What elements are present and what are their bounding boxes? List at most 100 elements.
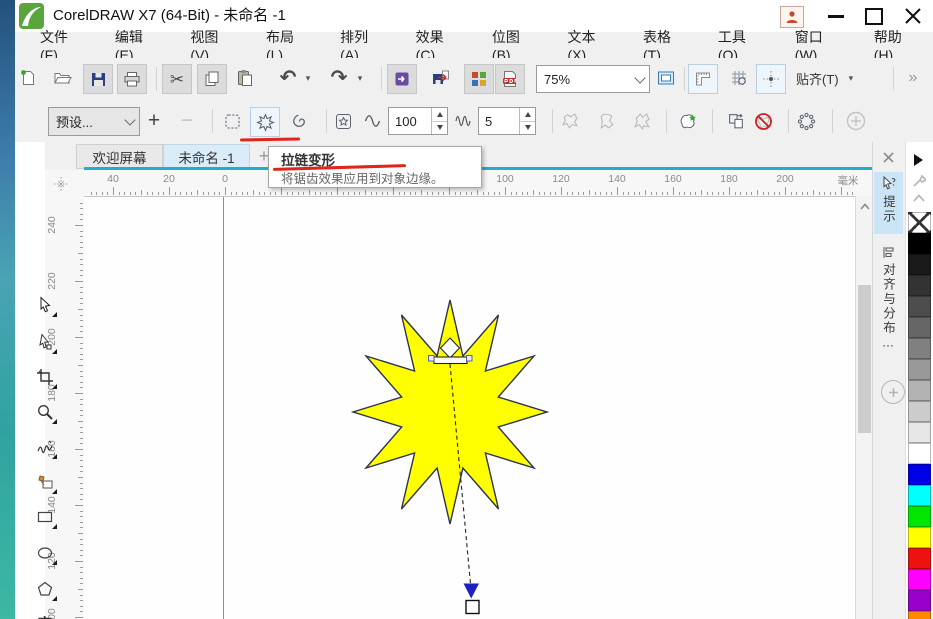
star-box-icon — [334, 112, 353, 131]
slider-left-node[interactable] — [429, 356, 435, 362]
add-preset-button[interactable]: + — [140, 107, 168, 135]
pick-tool[interactable] — [32, 292, 58, 318]
shape-tool[interactable] — [32, 329, 58, 355]
toolbar-overflow-button[interactable]: » — [900, 64, 926, 92]
scroll-up-button[interactable] — [858, 199, 871, 213]
distortion-end-handle[interactable] — [466, 601, 479, 614]
zipper-frequency-spinner[interactable]: 5 — [478, 107, 536, 135]
full-screen-preview-button[interactable] — [652, 64, 680, 92]
color-swatch[interactable] — [908, 548, 931, 569]
color-swatch[interactable] — [908, 254, 931, 275]
smooth-distortion-button[interactable] — [592, 107, 620, 135]
zipper-distortion-button[interactable] — [250, 107, 280, 137]
local-distortion-button[interactable] — [628, 107, 656, 135]
tab-welcome-screen[interactable]: 欢迎屏幕 — [76, 144, 163, 169]
spinner-down-button[interactable] — [432, 122, 447, 135]
color-swatch[interactable] — [908, 422, 931, 443]
import-button[interactable] — [387, 64, 417, 94]
text-tool[interactable]: 字 — [32, 610, 58, 619]
publish-pdf-button[interactable] — [495, 64, 525, 94]
cut-button[interactable]: ✂ — [162, 64, 192, 94]
spinner-up-button[interactable] — [432, 108, 447, 122]
color-swatch[interactable] — [908, 506, 931, 527]
star-shape[interactable] — [353, 300, 547, 524]
color-swatch[interactable] — [908, 401, 931, 422]
distortion-end-arrow[interactable] — [464, 584, 480, 599]
save-icon — [90, 71, 107, 88]
clear-distortion-button[interactable] — [749, 107, 777, 135]
color-swatch[interactable] — [908, 359, 931, 380]
redo-button[interactable]: ↷ — [325, 64, 353, 92]
scrollbar-thumb[interactable] — [858, 285, 871, 433]
spinner-down-button[interactable] — [520, 122, 535, 135]
new-distortion-button[interactable] — [674, 107, 702, 135]
color-swatch[interactable] — [908, 338, 931, 359]
color-swatch[interactable] — [908, 296, 931, 317]
zipper-amplitude-spinner[interactable]: 100 — [388, 107, 448, 135]
smart-fill-tool[interactable] — [32, 469, 58, 495]
app-launcher-button[interactable] — [464, 64, 494, 94]
docker-close-button[interactable] — [878, 148, 898, 166]
freehand-tool[interactable] — [32, 434, 58, 460]
color-swatch[interactable] — [908, 527, 931, 548]
undo-dropdown[interactable]: ▾ — [300, 64, 316, 92]
snap-settings-toggle[interactable] — [756, 64, 786, 94]
copy-button[interactable] — [197, 64, 227, 94]
snap-menu-button[interactable]: 贴齐(T) ▾ — [796, 64, 853, 92]
color-swatch[interactable] — [908, 590, 931, 611]
spinner-up-button[interactable] — [520, 108, 535, 122]
snap-menu-label: 贴齐(T) — [796, 69, 839, 88]
paste-button[interactable] — [231, 64, 259, 92]
swatch-no-color[interactable] — [908, 212, 931, 233]
export-button[interactable] — [426, 64, 454, 92]
color-swatch[interactable] — [908, 275, 931, 296]
color-palette — [905, 142, 933, 619]
slider-right-node[interactable] — [467, 356, 473, 362]
color-swatch[interactable] — [908, 443, 931, 464]
color-swatch[interactable] — [908, 485, 931, 506]
undo-button[interactable]: ↶ — [274, 64, 302, 92]
copy-distortion-button[interactable] — [722, 107, 750, 135]
maximize-icon — [865, 8, 883, 25]
docker-tab-align-distribute[interactable]: 对齐与分布… — [874, 244, 903, 372]
tab-label: 未命名 -1 — [178, 147, 234, 167]
color-swatch[interactable] — [908, 233, 931, 254]
color-swatch[interactable] — [908, 464, 931, 485]
push-pull-distortion-button[interactable] — [218, 107, 246, 135]
undo-icon: ↶ — [280, 68, 297, 88]
center-distortion-button[interactable] — [792, 107, 820, 135]
ellipse-tool[interactable] — [32, 540, 58, 566]
redo-dropdown[interactable]: ▾ — [352, 64, 368, 92]
convert-to-curves-button[interactable] — [842, 107, 870, 135]
color-swatch[interactable] — [908, 569, 931, 590]
random-distortion-button[interactable] — [556, 107, 584, 135]
docker-collapse-button[interactable] — [881, 380, 905, 404]
show-rulers-toggle[interactable] — [688, 64, 718, 94]
color-swatch[interactable] — [908, 611, 931, 619]
vertical-scrollbar[interactable] — [855, 196, 873, 619]
print-button[interactable] — [117, 64, 147, 94]
crop-tool[interactable] — [32, 364, 58, 390]
zoom-level-combobox[interactable]: 75% — [536, 65, 650, 93]
remove-preset-button[interactable]: − — [173, 107, 201, 135]
polygon-tool[interactable] — [32, 576, 58, 602]
palette-flyout-button[interactable] — [914, 154, 923, 166]
color-swatch[interactable] — [908, 317, 931, 338]
twister-distortion-button[interactable] — [285, 107, 313, 135]
user-account-button[interactable] — [780, 6, 804, 28]
save-button[interactable] — [83, 64, 113, 94]
palette-scroll-up-button[interactable] — [913, 194, 925, 202]
new-document-button[interactable] — [14, 64, 42, 92]
cut-icon: ✂ — [170, 71, 184, 88]
open-button[interactable] — [48, 64, 76, 92]
show-grid-toggle[interactable] — [725, 64, 753, 92]
tab-untitled-1[interactable]: 未命名 -1 — [163, 144, 250, 169]
preset-list-combobox[interactable]: 预设... — [48, 107, 140, 136]
color-swatch[interactable] — [908, 380, 931, 401]
distortion-slider-bar[interactable] — [434, 357, 467, 364]
rectangle-tool[interactable] — [32, 504, 58, 530]
docker-tab-hints[interactable]: 提示 — [874, 172, 903, 234]
distortion-mode-button[interactable] — [329, 107, 357, 135]
zoom-tool[interactable] — [32, 399, 58, 425]
canvas-objects[interactable] — [84, 196, 855, 619]
